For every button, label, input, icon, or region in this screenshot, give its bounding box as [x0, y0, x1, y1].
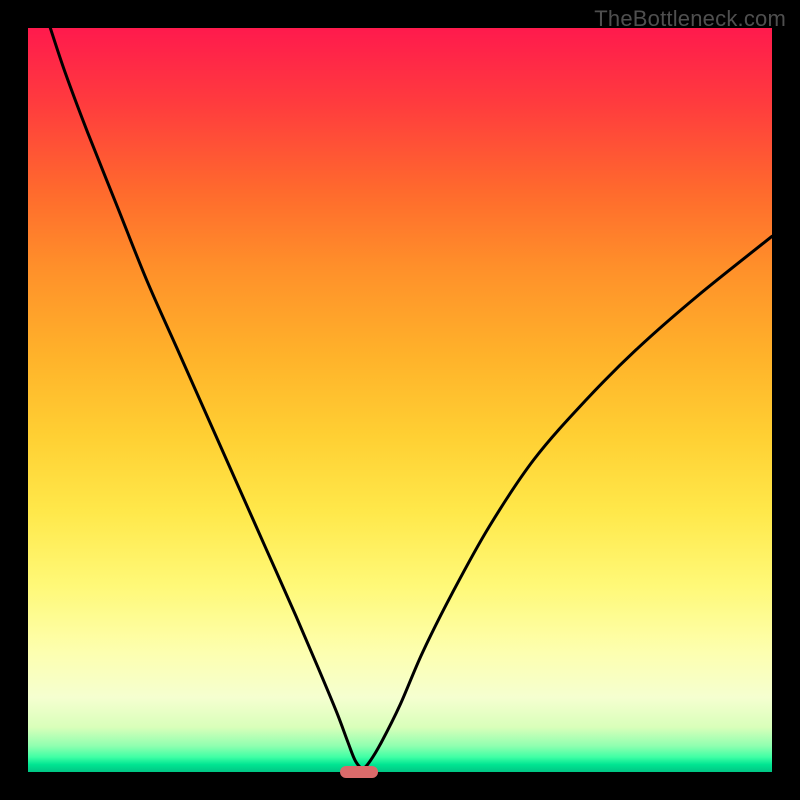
plot-area: [28, 28, 772, 772]
bottleneck-curve: [28, 28, 772, 772]
chart-frame: TheBottleneck.com: [0, 0, 800, 800]
optimum-marker: [340, 766, 378, 778]
